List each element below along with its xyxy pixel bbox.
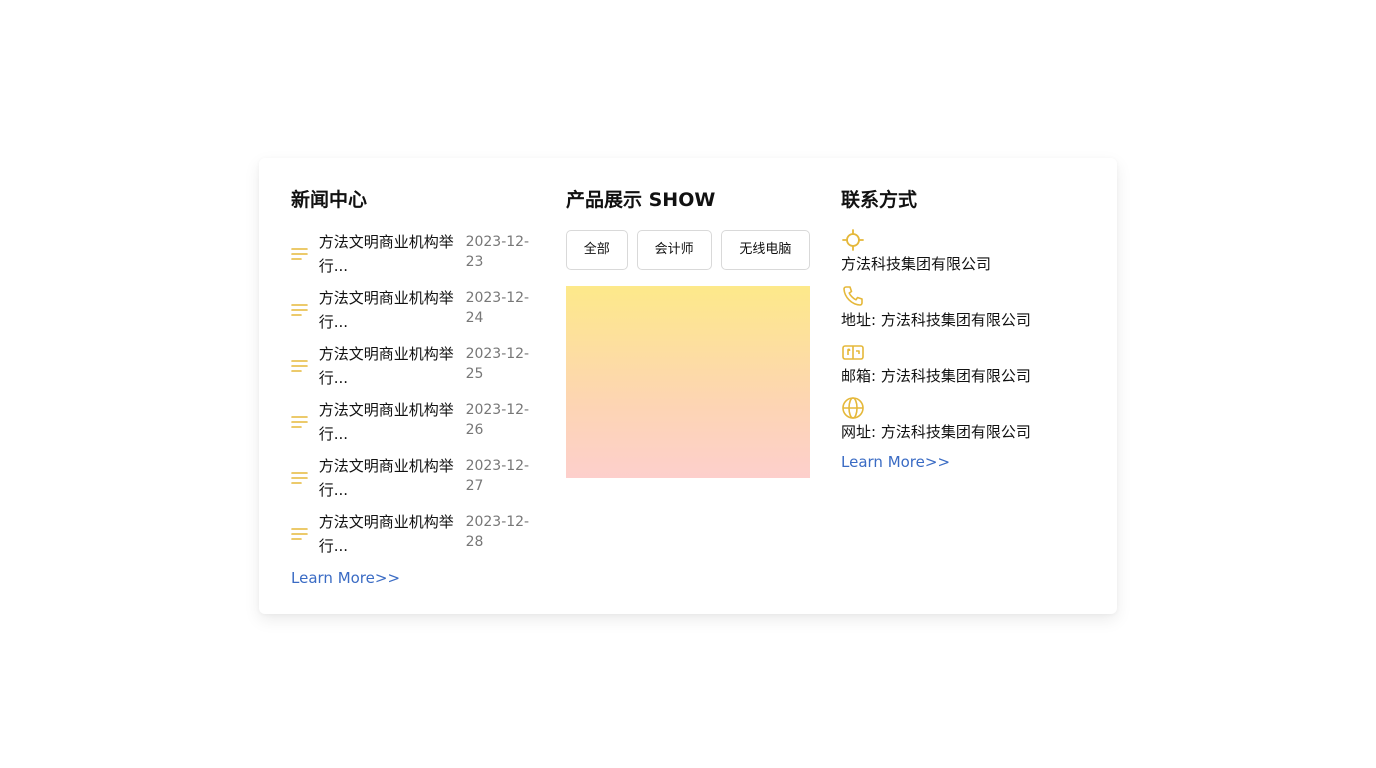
products-title: 产品展示 SHOW: [566, 189, 716, 211]
news-item-title[interactable]: 方法文明商业机构举行...: [319, 286, 466, 334]
news-item[interactable]: 方法文明商业机构举行... 2023-12-27: [291, 454, 535, 510]
news-item-date: 2023-12-23: [465, 234, 530, 270]
mail-box-icon: [841, 340, 1085, 364]
contact-item-website: 网址: 方法科技集团有限公司: [841, 396, 1085, 452]
contact-item-company: 方法科技集团有限公司: [841, 228, 1085, 284]
news-item-date: 2023-12-25: [465, 346, 530, 382]
list-lines-icon: [291, 510, 319, 558]
tab-accountant[interactable]: 会计师: [636, 230, 712, 270]
news-item-title[interactable]: 方法文明商业机构举行...: [319, 342, 466, 390]
contact-address-text: 地址: 方法科技集团有限公司: [841, 311, 1031, 329]
list-lines-icon: [291, 454, 319, 502]
list-lines-icon: [291, 398, 319, 446]
news-item-date: 2023-12-27: [465, 458, 530, 494]
news-item[interactable]: 方法文明商业机构举行... 2023-12-28: [291, 510, 535, 566]
news-list: 方法文明商业机构举行... 2023-12-23 方法文明商业机构举行... 2…: [291, 230, 535, 566]
news-item-date: 2023-12-28: [465, 514, 530, 550]
news-item-title[interactable]: 方法文明商业机构举行...: [319, 398, 466, 446]
contact-item-address: 地址: 方法科技集团有限公司: [841, 284, 1085, 340]
phone-icon: [841, 284, 1085, 308]
news-learn-more-link[interactable]: Learn More>>: [291, 566, 400, 590]
location-crosshair-icon: [841, 228, 1085, 252]
news-item[interactable]: 方法文明商业机构举行... 2023-12-25: [291, 342, 535, 398]
product-image[interactable]: [566, 286, 810, 478]
list-lines-icon: [291, 230, 319, 278]
news-item[interactable]: 方法文明商业机构举行... 2023-12-23: [291, 230, 535, 286]
news-item-title[interactable]: 方法文明商业机构举行...: [319, 510, 466, 558]
globe-icon: [841, 396, 1085, 420]
news-title: 新闻中心: [291, 189, 368, 211]
product-tabs: 全部 会计师 无线电脑: [566, 230, 810, 270]
contact-title: 联系方式: [841, 189, 918, 211]
news-item-title[interactable]: 方法文明商业机构举行...: [319, 230, 466, 278]
contact-learn-more-link[interactable]: Learn More>>: [841, 450, 950, 474]
contact-email-text: 邮箱: 方法科技集团有限公司: [841, 367, 1031, 385]
tab-wireless-computer[interactable]: 无线电脑: [720, 230, 810, 270]
news-section: 新闻中心 方法文明商业机构举行... 2023-12-23 方法文明商业机构举行…: [291, 186, 535, 590]
contact-list: 方法科技集团有限公司 地址: 方法科技集团有限公司 邮箱: 方法科技集团有限公司…: [841, 228, 1085, 452]
tab-all[interactable]: 全部: [566, 230, 628, 270]
contact-section: 联系方式 方法科技集团有限公司 地址: 方法科技集团有限公司 邮箱: 方法科技集…: [841, 186, 1085, 474]
news-item[interactable]: 方法文明商业机构举行... 2023-12-24: [291, 286, 535, 342]
list-lines-icon: [291, 286, 319, 334]
footer-info-card: 新闻中心 方法文明商业机构举行... 2023-12-23 方法文明商业机构举行…: [259, 158, 1117, 614]
news-item-title[interactable]: 方法文明商业机构举行...: [319, 454, 466, 502]
contact-company-text: 方法科技集团有限公司: [841, 255, 992, 273]
news-item[interactable]: 方法文明商业机构举行... 2023-12-26: [291, 398, 535, 454]
products-section: 产品展示 SHOW 全部 会计师 无线电脑: [566, 186, 810, 478]
list-lines-icon: [291, 342, 319, 390]
news-item-date: 2023-12-24: [465, 290, 530, 326]
contact-website-text: 网址: 方法科技集团有限公司: [841, 423, 1031, 441]
contact-item-email: 邮箱: 方法科技集团有限公司: [841, 340, 1085, 396]
news-item-date: 2023-12-26: [465, 402, 530, 438]
